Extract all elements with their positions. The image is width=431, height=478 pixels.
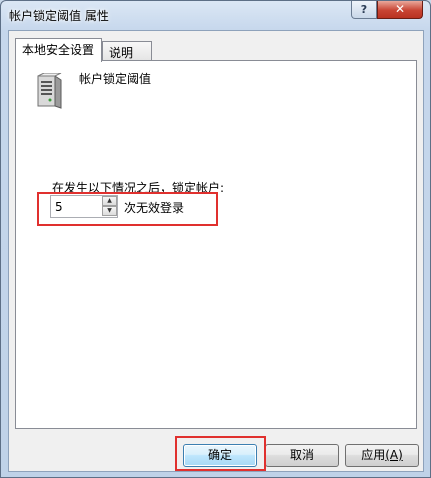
properties-window: 帐户锁定阈值 属性 ? ✕ 本地安全设置 说明 帐户锁定阈值 在发生以下情况之后… (0, 0, 431, 478)
apply-label: 应用 (361, 448, 386, 462)
tab-panel: 帐户锁定阈值 在发生以下情况之后，锁定帐户: ▲ ▼ 次无效登录 (15, 60, 417, 429)
cancel-button[interactable]: 取消 (265, 444, 339, 467)
tab-explain[interactable]: 说明 (102, 41, 152, 61)
policy-name: 帐户锁定阈值 (79, 72, 152, 86)
title-bar[interactable]: 帐户锁定阈值 属性 ? ✕ (1, 1, 430, 29)
window-title: 帐户锁定阈值 属性 (9, 9, 109, 23)
help-button[interactable]: ? (351, 1, 377, 19)
input-highlight-box (37, 192, 218, 226)
tab-local-security-setting[interactable]: 本地安全设置 (15, 38, 102, 62)
server-policy-icon (37, 73, 62, 109)
close-button[interactable]: ✕ (377, 1, 423, 19)
apply-mnemonic: (A) (385, 448, 403, 462)
apply-button[interactable]: 应用(A) (345, 444, 419, 467)
ok-highlight-box (175, 436, 266, 471)
dialog-client-area: 本地安全设置 说明 帐户锁定阈值 在发生以下情况之后，锁定帐户: ▲ ▼ 次 (8, 30, 424, 472)
